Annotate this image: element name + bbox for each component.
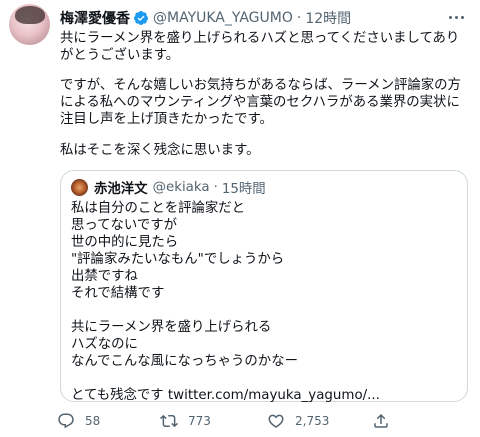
share-icon <box>374 413 388 428</box>
quoted-author-name: 赤池洋文 <box>94 182 148 197</box>
tweet-paragraph: ですが、そんな嬉しいお気持ちがあるならば、ラーメン評論家の方による私へのマウンテ… <box>60 78 461 127</box>
like-count: 2,753 <box>295 414 330 428</box>
share-button[interactable] <box>372 410 390 432</box>
reply-button[interactable]: 58 <box>57 410 100 432</box>
retweet-count: 773 <box>188 414 211 428</box>
heart-icon <box>268 414 284 428</box>
tweet-actions: 58 773 2,753 <box>55 410 475 432</box>
verified-badge-icon <box>133 11 148 25</box>
reply-count: 58 <box>85 414 101 428</box>
quoted-author-avatar <box>71 178 88 196</box>
author-handle[interactable]: @MAYUKA_YAGUMO <box>153 10 293 26</box>
header-separator: · <box>296 10 302 26</box>
retweet-icon <box>160 414 178 428</box>
quoted-tweet-timestamp: 15時間 <box>221 182 266 197</box>
more-icon[interactable] <box>446 7 466 27</box>
quoted-tweet[interactable]: 赤池洋文 @ekiaka · 15時間 私は自分のことを評論家だと 思ってないで… <box>60 170 468 403</box>
quoted-author-handle: @ekiaka <box>152 179 210 195</box>
retweet-button[interactable]: 773 <box>160 410 211 432</box>
tweet[interactable]: 梅澤愛優香 @MAYUKA_YAGUMO · 12時間 共にラーメン界を盛り上げ… <box>0 0 480 437</box>
author-name[interactable]: 梅澤愛優香 <box>60 8 130 28</box>
reply-icon <box>58 413 74 429</box>
quoted-tweet-header: 赤池洋文 @ekiaka · 15時間 <box>71 178 266 197</box>
tweet-paragraph: 共にラーメン界を盛り上げられるハズと思ってくださいましてありがとうございます。 <box>60 31 460 63</box>
tweet-paragraph: 私はそこを深く残念に思います。 <box>60 143 260 158</box>
tweet-header: 梅澤愛優香 @MAYUKA_YAGUMO · 12時間 <box>60 8 440 28</box>
like-button[interactable]: 2,753 <box>267 410 329 432</box>
tweet-timestamp[interactable]: 12時間 <box>305 8 351 28</box>
quoted-header-separator: · <box>213 179 218 195</box>
quoted-tweet-text: 私は自分のことを評論家だと 思ってないですが 世の中的に見たら "評論家みたいな… <box>71 201 380 403</box>
author-avatar[interactable] <box>9 4 50 45</box>
